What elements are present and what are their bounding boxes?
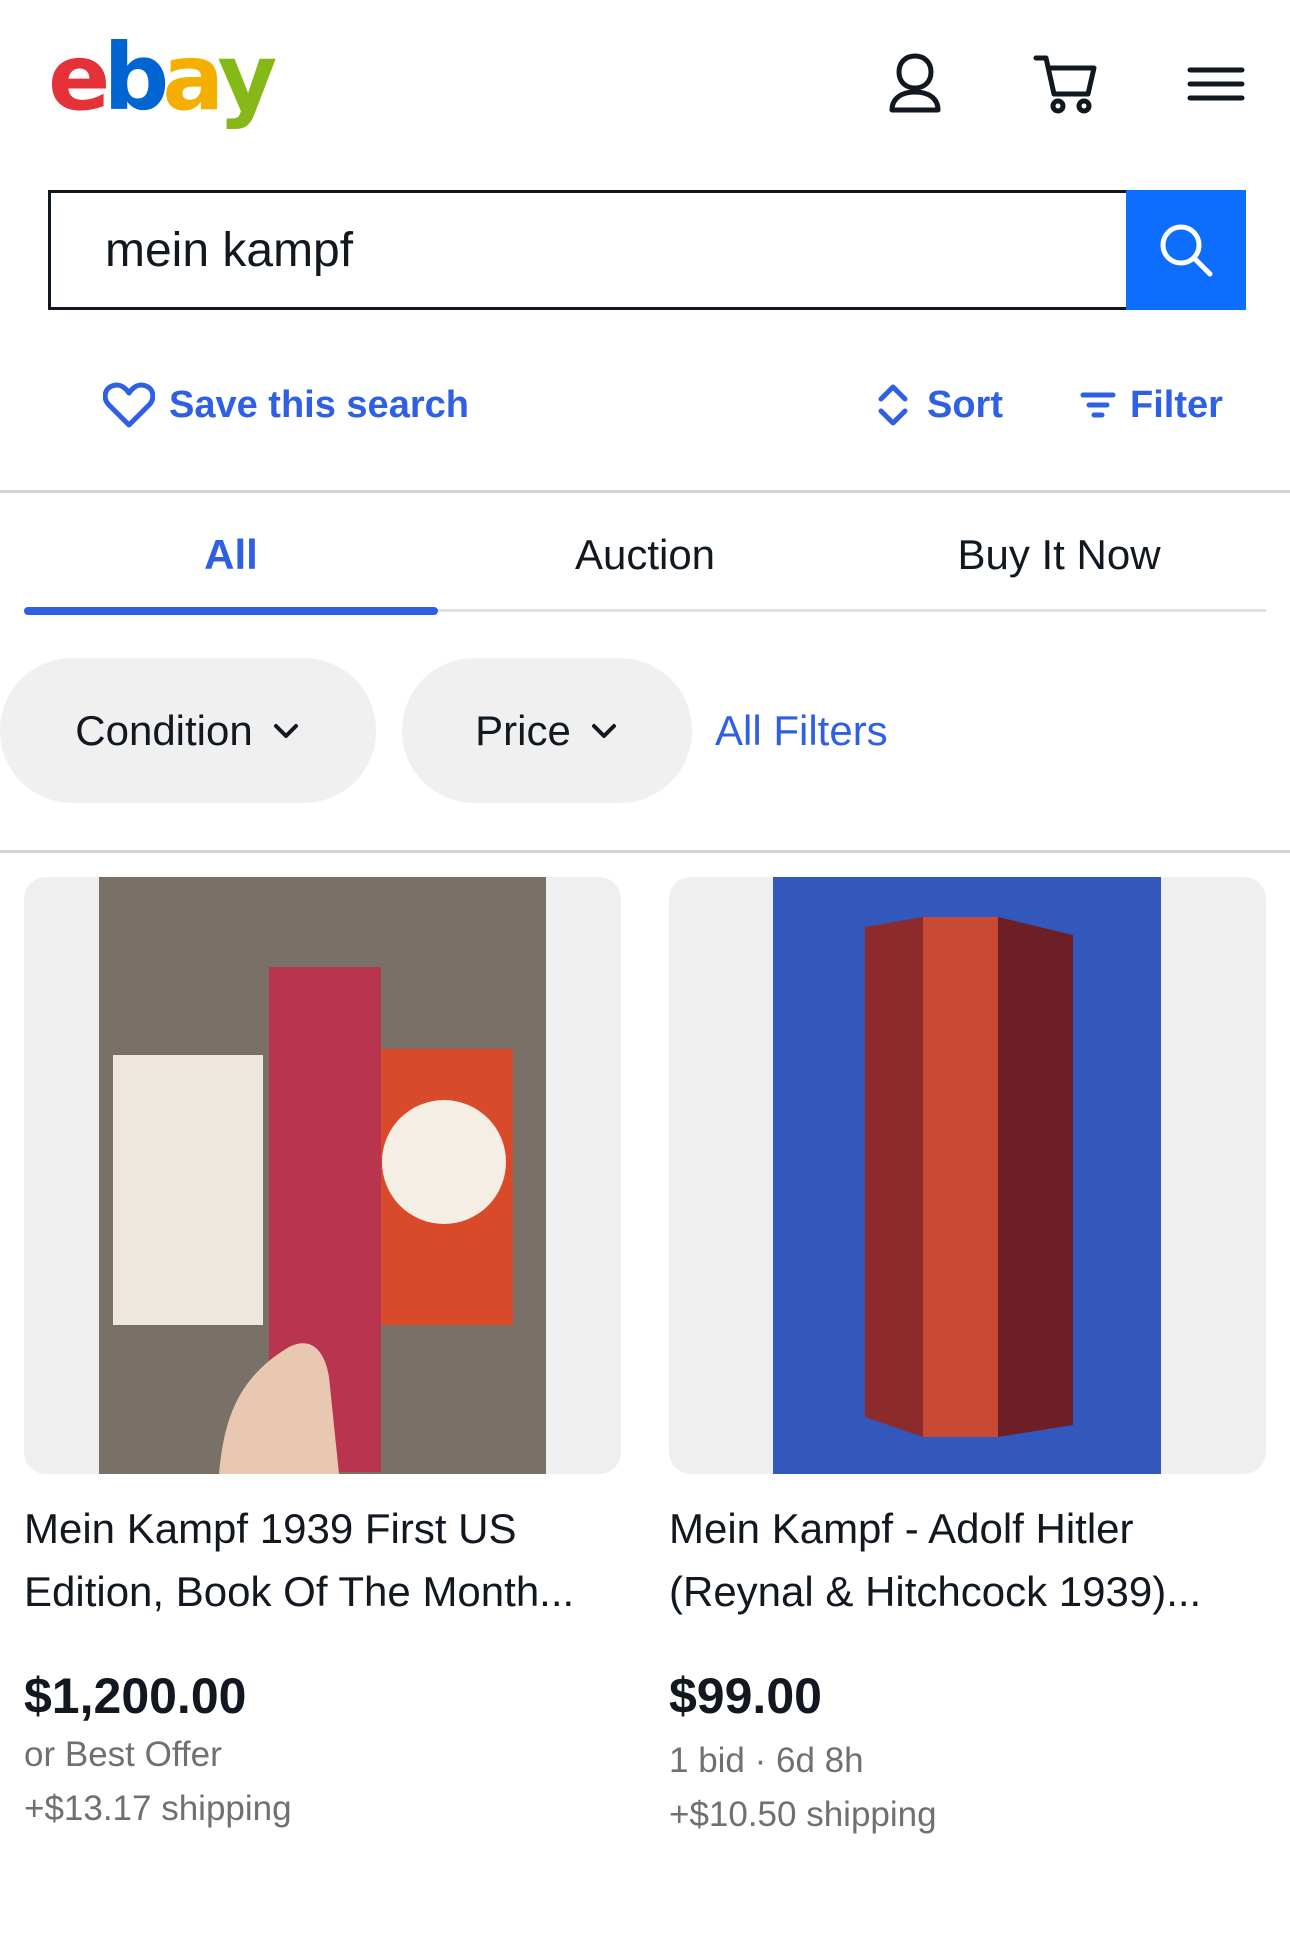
sort-icon xyxy=(878,384,908,426)
save-search-button[interactable]: Save this search xyxy=(103,360,469,450)
logo-letter-e: e xyxy=(48,24,110,131)
divider xyxy=(0,850,1290,853)
tab-buy-it-now[interactable]: Buy It Now xyxy=(852,505,1266,605)
search-actions: Save this search Sort Filter xyxy=(0,360,1290,450)
logo-letter-a: a xyxy=(162,24,224,131)
divider xyxy=(0,490,1290,493)
filter-label: Filter xyxy=(1130,383,1223,426)
price-label: Price xyxy=(475,706,571,754)
price-filter-chip[interactable]: Price xyxy=(402,658,692,803)
heart-icon xyxy=(103,382,155,428)
book-photo xyxy=(99,877,546,1474)
listing-card[interactable]: Mein Kampf - Adolf Hitler (Reynal & Hitc… xyxy=(669,877,1266,1834)
active-tab-indicator xyxy=(24,607,438,615)
listing-type-tabs: All Auction Buy It Now xyxy=(24,505,1266,615)
listing-image[interactable] xyxy=(669,877,1266,1474)
logo-letter-b: b xyxy=(103,24,169,131)
account-icon[interactable] xyxy=(880,48,950,118)
book-photo xyxy=(773,877,1161,1474)
listing-offer: or Best Offer xyxy=(24,1735,222,1774)
tab-all[interactable]: All xyxy=(24,505,438,605)
search-button[interactable] xyxy=(1126,190,1246,310)
listing-image[interactable] xyxy=(24,877,621,1474)
header: ebay xyxy=(0,0,1290,170)
search-box xyxy=(48,190,1126,310)
logo-letter-y: y xyxy=(217,24,277,131)
listing-price: $1,200.00 xyxy=(24,1668,247,1724)
condition-filter-chip[interactable]: Condition xyxy=(0,658,376,803)
listing-card[interactable]: Mein Kampf 1939 First US Edition, Book O… xyxy=(24,877,621,1828)
filter-icon xyxy=(1080,392,1116,418)
search-input[interactable] xyxy=(105,193,1065,307)
condition-label: Condition xyxy=(75,706,253,754)
sort-button[interactable]: Sort xyxy=(873,360,1003,450)
chevron-down-icon xyxy=(273,723,298,738)
listing-price: $99.00 xyxy=(669,1668,822,1724)
listing-title[interactable]: Mein Kampf 1939 First US Edition, Book O… xyxy=(24,1497,621,1623)
ebay-logo[interactable]: ebay xyxy=(48,24,277,131)
tab-auction[interactable]: Auction xyxy=(438,505,852,605)
menu-icon[interactable] xyxy=(1180,48,1250,118)
listing-shipping: +$13.17 shipping xyxy=(24,1789,292,1828)
listing-shipping: +$10.50 shipping xyxy=(669,1795,937,1834)
chevron-down-icon xyxy=(591,723,616,738)
listing-title[interactable]: Mein Kampf - Adolf Hitler (Reynal & Hitc… xyxy=(669,1497,1266,1623)
sort-label: Sort xyxy=(927,383,1003,426)
save-search-label: Save this search xyxy=(169,383,469,426)
listing-bid-info: 1 bid · 6d 8h xyxy=(669,1741,864,1780)
filter-chips: Condition Price All Filters xyxy=(0,658,1290,803)
search-icon xyxy=(1160,224,1213,277)
all-filters-link[interactable]: All Filters xyxy=(715,658,888,803)
filter-button[interactable]: Filter xyxy=(1080,360,1223,450)
cart-icon[interactable] xyxy=(1030,48,1100,118)
